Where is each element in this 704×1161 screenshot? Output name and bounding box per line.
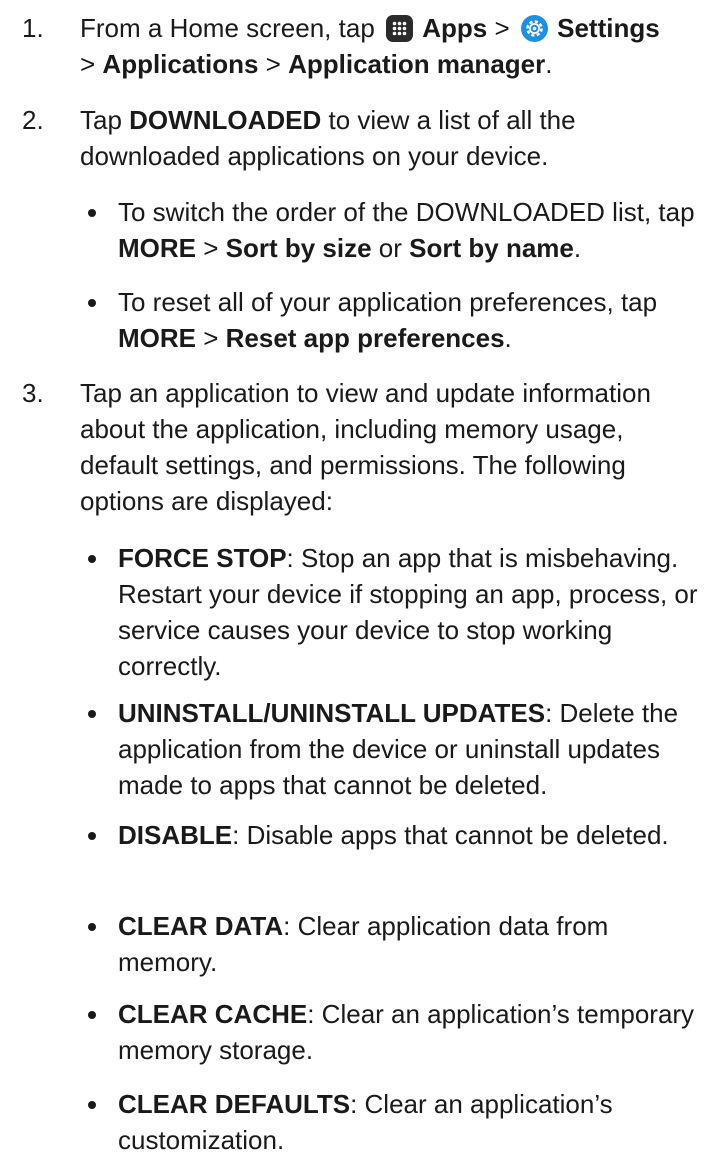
bullet-dot — [88, 832, 96, 840]
step-number: 1. — [22, 13, 44, 43]
application-manager-label: Application manager — [288, 49, 546, 79]
bullet-dot — [88, 299, 96, 307]
applications-label: Applications — [102, 49, 259, 79]
bullet-dot — [88, 923, 96, 931]
step-text: Tap an application to view and update in… — [80, 378, 651, 516]
bullet-dot — [88, 555, 96, 563]
option-label: DISABLE — [118, 820, 233, 850]
bullet-dot — [88, 1101, 96, 1109]
list-item: CLEAR CACHE: Clear an application’s temp… — [88, 996, 698, 1068]
option-label: CLEAR DATA — [118, 911, 284, 941]
downloaded-label: DOWNLOADED — [129, 105, 322, 135]
bullet-text: FORCE STOP: Stop an app that is misbehav… — [118, 543, 698, 681]
bullet-dot — [88, 209, 96, 217]
apps-label: Apps — [422, 13, 488, 43]
list-item: CLEAR DATA: Clear application data from … — [88, 908, 698, 980]
option-label: CLEAR CACHE — [118, 999, 308, 1029]
apps-grid-icon — [386, 15, 413, 42]
option-label: FORCE STOP — [118, 543, 287, 573]
bullet-text: To switch the order of the DOWNLOADED li… — [118, 197, 695, 263]
instruction-page: 1. From a Home screen, tap Apps > Settin… — [0, 0, 704, 1161]
step-2: 2. Tap DOWNLOADED to view a list of all … — [22, 102, 692, 174]
settings-label: Settings — [557, 13, 660, 43]
bullet-text: DISABLE: Disable apps that cannot be del… — [118, 820, 669, 850]
step-number: 2. — [22, 105, 44, 135]
step-text: From a Home screen, tap Apps > Settings >… — [80, 13, 660, 79]
step-text: Tap DOWNLOADED to view a list of all the… — [80, 105, 576, 171]
option-label: CLEAR DEFAULTS — [118, 1089, 351, 1119]
step-1: 1. From a Home screen, tap Apps > Settin… — [22, 10, 692, 82]
bullet-text: CLEAR CACHE: Clear an application’s temp… — [118, 999, 695, 1065]
list-item: DISABLE: Disable apps that cannot be del… — [88, 817, 698, 853]
bullet-text: To reset all of your application prefere… — [118, 287, 658, 353]
bullet-text: CLEAR DATA: Clear application data from … — [118, 911, 609, 977]
option-label: UNINSTALL/UNINSTALL UPDATES — [118, 698, 546, 728]
step-number: 3. — [22, 378, 44, 408]
list-item: UNINSTALL/UNINSTALL UPDATES: Delete the … — [88, 695, 698, 803]
list-item: CLEAR DEFAULTS: Clear an application’s c… — [88, 1086, 698, 1158]
bullet-dot — [88, 1011, 96, 1019]
bullet-text: UNINSTALL/UNINSTALL UPDATES: Delete the … — [118, 698, 679, 800]
gear-icon — [520, 15, 548, 42]
bullet-dot — [88, 710, 96, 718]
bullet-text: CLEAR DEFAULTS: Clear an application’s c… — [118, 1089, 613, 1155]
list-item: To reset all of your application prefere… — [88, 284, 698, 356]
list-item: To switch the order of the DOWNLOADED li… — [88, 194, 698, 266]
step-3: 3. Tap an application to view and update… — [22, 375, 692, 519]
list-item: FORCE STOP: Stop an app that is misbehav… — [88, 540, 698, 684]
